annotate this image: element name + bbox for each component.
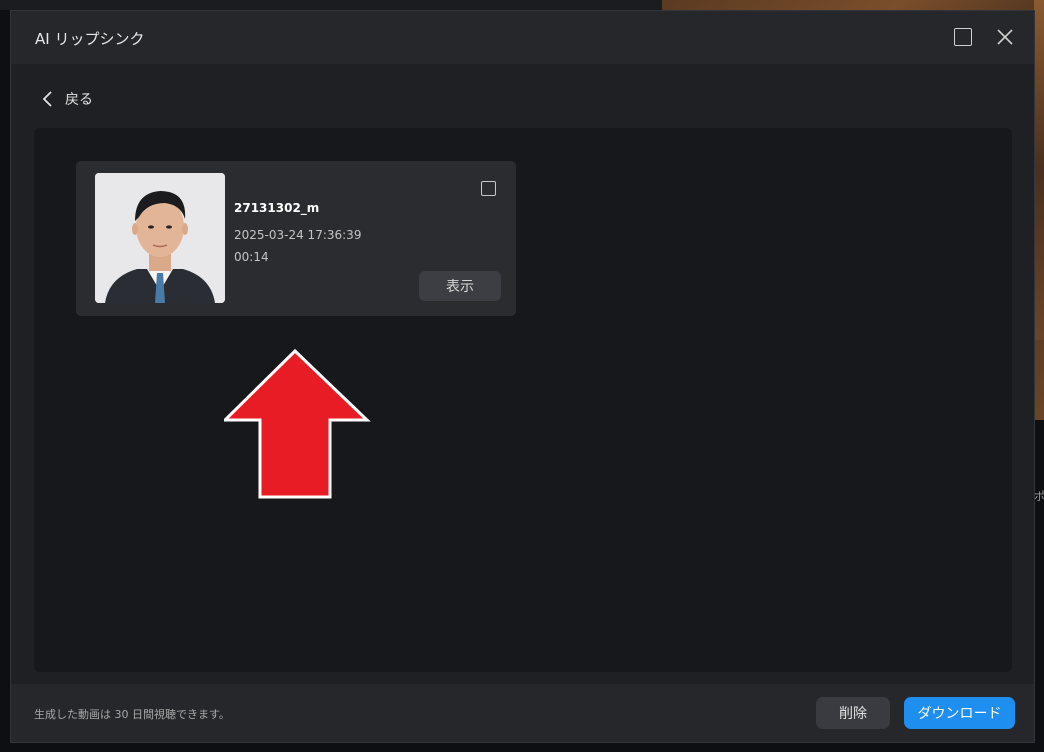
maximize-button[interactable] [952,26,974,48]
dialog-title: AI リップシンク [35,30,145,48]
download-button[interactable]: ダウンロード [904,697,1015,729]
portrait-image [95,173,225,303]
close-icon [997,29,1013,45]
close-button[interactable] [994,26,1016,48]
back-label: 戻る [65,92,93,108]
chevron-left-icon [42,91,52,107]
video-thumbnail[interactable] [95,173,225,303]
background-photo-edge [1034,0,1044,340]
background-text: ポ [1034,491,1044,503]
lip-sync-dialog: AI リップシンク 戻る 27131302_m 2025-03-24 17:36… [10,10,1035,743]
video-created-date: 2025-03-24 17:36:39 [234,228,362,242]
back-button[interactable]: 戻る [41,87,93,111]
video-list-panel: 27131302_m 2025-03-24 17:36:39 00:14 表示 [34,128,1012,672]
video-duration: 00:14 [234,250,269,264]
up-arrow-annotation [224,348,371,499]
select-checkbox[interactable] [481,181,496,196]
delete-button[interactable]: 削除 [816,697,890,729]
retention-note: 生成した動画は 30 日間視聴できます。 [34,708,230,721]
video-card: 27131302_m 2025-03-24 17:36:39 00:14 表示 [76,161,516,316]
view-button[interactable]: 表示 [419,271,501,301]
dialog-titlebar: AI リップシンク [11,11,1034,64]
dialog-footer: 生成した動画は 30 日間視聴できます。 削除 ダウンロード [11,684,1034,742]
video-name: 27131302_m [234,201,320,215]
maximize-icon [954,28,972,46]
